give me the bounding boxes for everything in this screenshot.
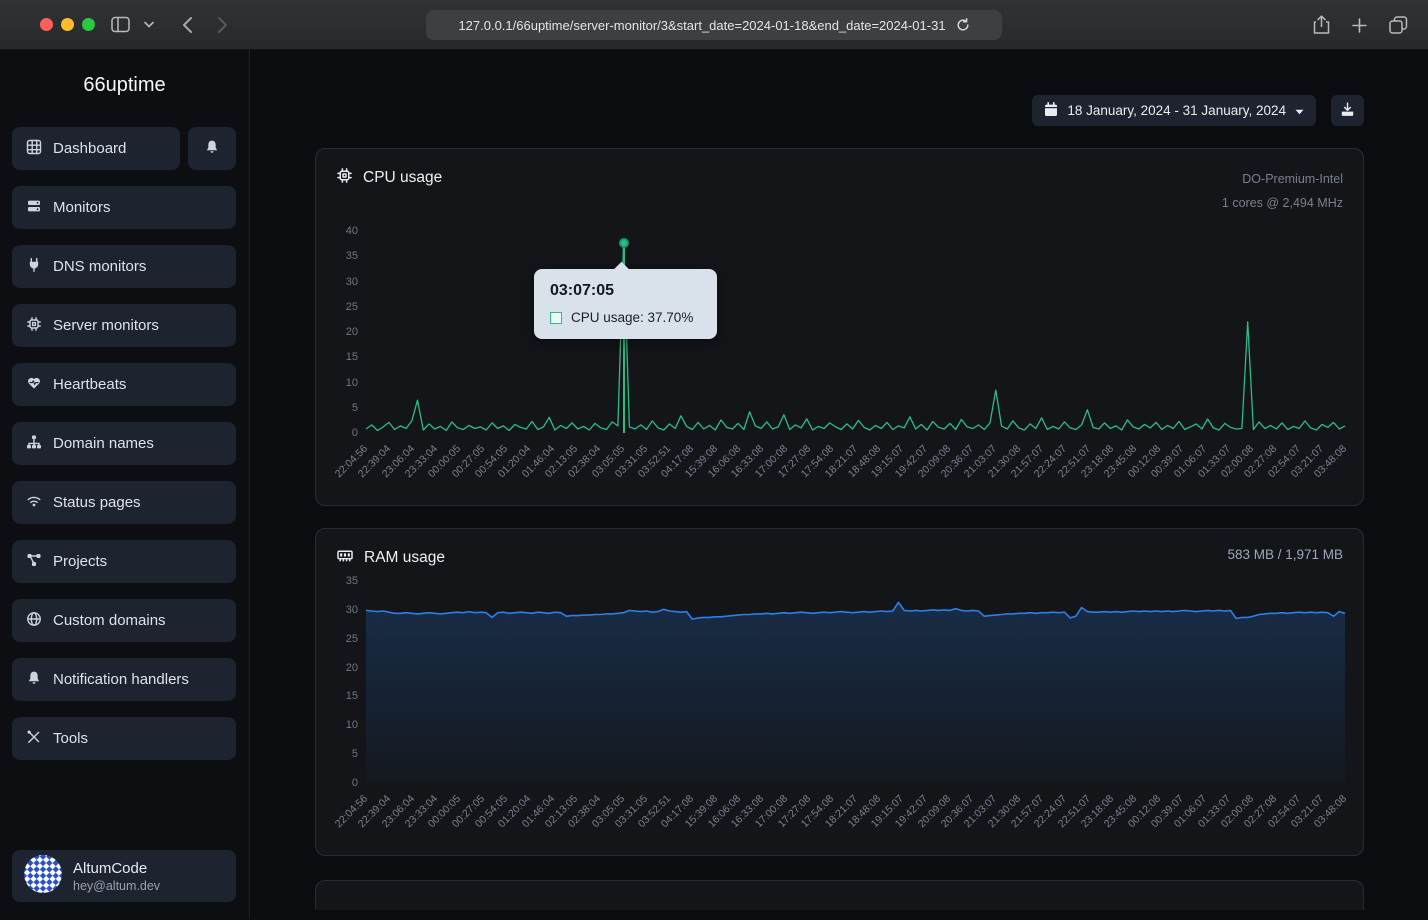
dashboard-grid-icon: [26, 139, 42, 159]
sidebar-item-label: Heartbeats: [53, 376, 126, 393]
brand-logo: 66uptime: [0, 74, 249, 97]
plug-icon: [26, 257, 42, 277]
ram-usage-card: RAM usage 583 MB / 1,971 MB 353025201510…: [315, 528, 1364, 856]
sidebar-item-label: Custom domains: [53, 612, 166, 629]
new-tab-icon[interactable]: [1352, 18, 1367, 33]
url-field[interactable]: 127.0.0.1/66uptime/server-monitor/3&star…: [426, 10, 1002, 40]
user-email: hey@altum.dev: [73, 879, 160, 893]
wifi-icon: [26, 493, 42, 513]
next-card-partial: [315, 880, 1364, 910]
chart-title: CPU usage: [363, 169, 442, 187]
reload-icon[interactable]: [956, 18, 970, 32]
bell-icon: [26, 670, 42, 690]
date-range-label: 18 January, 2024 - 31 January, 2024: [1067, 103, 1286, 118]
sidebar-item-domain-names[interactable]: Domain names: [12, 422, 236, 465]
sidebar-item-tools[interactable]: Tools: [12, 717, 236, 760]
sidebar-item-label: Domain names: [53, 435, 154, 452]
ram-y-axis: 35302520151050: [336, 581, 366, 783]
sidebar-item-label: Server monitors: [53, 317, 159, 334]
sidebar-item-label: Projects: [53, 553, 107, 570]
chart-tooltip: 03:07:05 CPU usage: 37.70%: [534, 269, 717, 339]
browser-chrome: 127.0.0.1/66uptime/server-monitor/3&star…: [0, 0, 1428, 50]
calendar-icon: [1044, 102, 1058, 120]
tooltip-value: CPU usage: 37.70%: [571, 310, 693, 325]
share-nodes-icon: [26, 552, 42, 572]
tab-overview-icon[interactable]: [1389, 16, 1408, 34]
traffic-lights: [40, 18, 95, 31]
server-name: DO-Premium-Intel: [1222, 167, 1343, 191]
tooltip-time: 03:07:05: [550, 282, 701, 300]
microchip-icon: [336, 167, 353, 189]
sidebar-item-dashboard[interactable]: Dashboard: [12, 127, 180, 170]
sidebar-item-projects[interactable]: Projects: [12, 540, 236, 583]
sidebar-item-label: DNS monitors: [53, 258, 146, 275]
cpu-x-axis: 22:04:5622:39:0423:06:0423:33:0400:00:05…: [366, 433, 1345, 495]
forward-button-icon[interactable]: [217, 16, 228, 34]
globe-icon: [26, 611, 42, 631]
user-account-card[interactable]: AltumCode hey@altum.dev: [12, 850, 236, 902]
ram-x-axis: 22:04:5622:39:0423:06:0423:33:0400:00:05…: [366, 783, 1345, 845]
sidebar-item-label: Tools: [53, 730, 88, 747]
chart-title: RAM usage: [364, 549, 445, 567]
sidebar-toggle-icon[interactable]: [111, 16, 130, 33]
cpu-usage-card: CPU usage DO-Premium-Intel 1 cores @ 2,4…: [315, 148, 1364, 506]
zoom-window-button[interactable]: [82, 18, 95, 31]
caret-down-icon: [1295, 103, 1304, 118]
sidebar-item-server-monitors[interactable]: Server monitors: [12, 304, 236, 347]
memory-icon: [336, 547, 354, 569]
server-spec: 1 cores @ 2,494 MHz: [1222, 191, 1343, 215]
ram-chart-plot[interactable]: [366, 581, 1345, 783]
heart-pulse-icon: [26, 375, 42, 395]
back-button-icon[interactable]: [182, 16, 193, 34]
sidebar-item-notification-handlers[interactable]: Notification handlers: [12, 658, 236, 701]
ram-usage-total: 583 MB / 1,971 MB: [1227, 547, 1343, 562]
sidebar-item-label: Monitors: [53, 199, 111, 216]
export-download-button[interactable]: [1331, 95, 1364, 126]
download-icon: [1340, 102, 1355, 120]
microchip-icon: [26, 316, 42, 336]
sitemap-icon: [26, 434, 42, 454]
avatar: [24, 855, 62, 898]
sidebar-item-label: Notification handlers: [53, 671, 189, 688]
sidebar-item-custom-domains[interactable]: Custom domains: [12, 599, 236, 642]
sidebar-item-heartbeats[interactable]: Heartbeats: [12, 363, 236, 406]
date-range-picker[interactable]: 18 January, 2024 - 31 January, 2024: [1032, 95, 1316, 126]
bell-icon: [204, 139, 220, 159]
share-icon[interactable]: [1313, 15, 1330, 35]
tooltip-series-swatch: [550, 312, 562, 324]
chevron-down-icon[interactable]: [144, 21, 154, 28]
sidebar-item-monitors[interactable]: Monitors: [12, 186, 236, 229]
sidebar-item-dns-monitors[interactable]: DNS monitors: [12, 245, 236, 288]
sidebar-notifications-button[interactable]: [188, 127, 236, 170]
main-content: 18 January, 2024 - 31 January, 2024 CPU …: [250, 50, 1428, 919]
user-name: AltumCode: [73, 860, 160, 877]
close-window-button[interactable]: [40, 18, 53, 31]
cpu-chart-plot[interactable]: 03:07:05 CPU usage: 37.70%: [366, 231, 1345, 433]
sidebar-item-status-pages[interactable]: Status pages: [12, 481, 236, 524]
tooltip-cursor-dot: [619, 238, 629, 248]
minimize-window-button[interactable]: [61, 18, 74, 31]
sidebar-item-label: Status pages: [53, 494, 141, 511]
url-text: 127.0.0.1/66uptime/server-monitor/3&star…: [458, 18, 945, 33]
tools-icon: [26, 729, 42, 749]
sidebar-item-label: Dashboard: [53, 140, 126, 157]
sidebar: 66uptime Dashboard Mo: [0, 50, 250, 919]
cpu-y-axis: 4035302520151050: [336, 231, 366, 433]
server-stack-icon: [26, 198, 42, 218]
